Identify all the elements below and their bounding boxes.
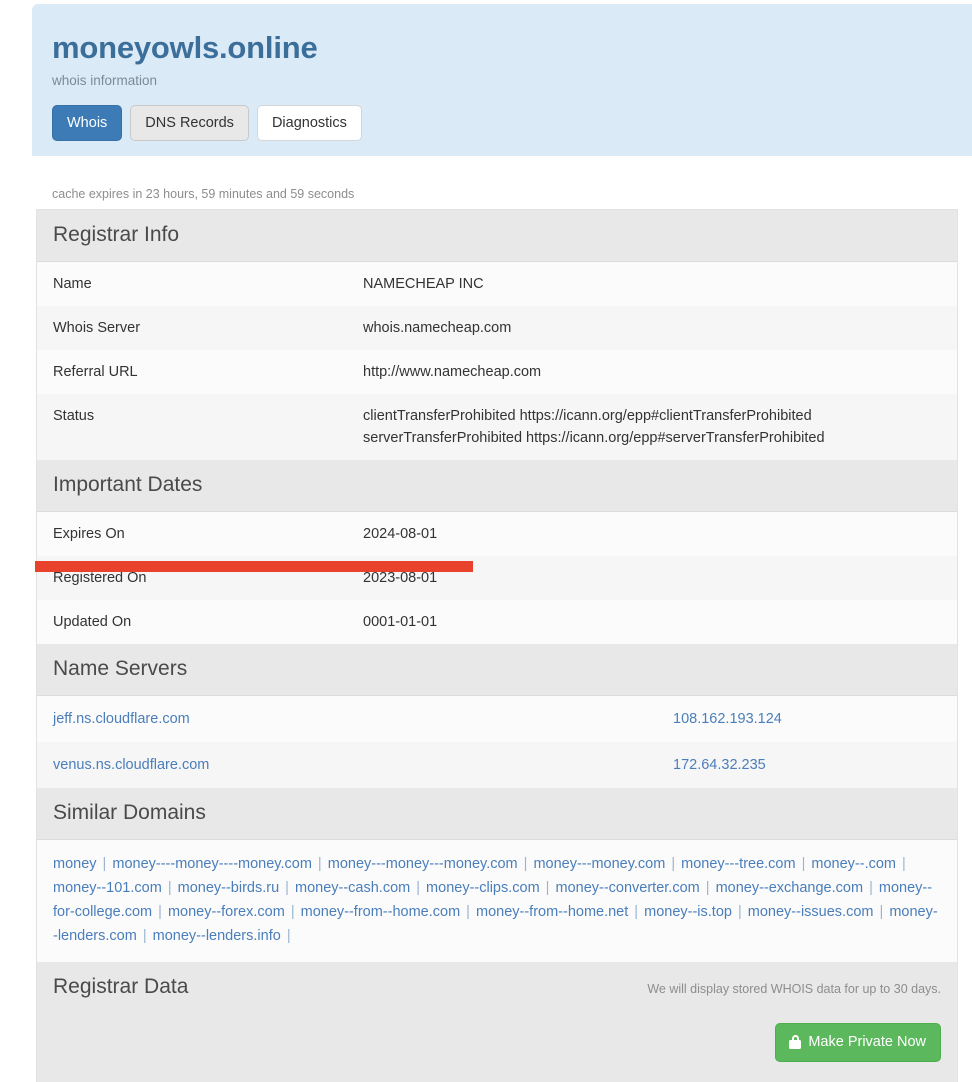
table-row: Expires On 2024-08-01 <box>37 512 957 556</box>
similar-domain-separator: | <box>667 856 680 872</box>
similar-domain-link[interactable]: money--is.top <box>644 904 732 920</box>
similar-domain-link[interactable]: money--issues.com <box>748 904 874 920</box>
similar-domain-separator: | <box>282 928 291 944</box>
similar-domain-separator: | <box>138 928 151 944</box>
row-value: whois.namecheap.com <box>363 320 512 336</box>
similar-domain-separator: | <box>701 880 714 896</box>
table-row: Whois Server whois.namecheap.com <box>37 306 957 350</box>
registrar-data-title: Registrar Data <box>53 975 189 998</box>
nameserver-host-cell: venus.ns.cloudflare.com <box>53 755 673 775</box>
row-label: Expires On <box>53 526 125 542</box>
page-title: moneyowls.online <box>52 30 318 65</box>
similar-domain-link[interactable]: money--forex.com <box>168 904 285 920</box>
name-servers-rows: jeff.ns.cloudflare.com 108.162.193.124 v… <box>37 696 957 788</box>
registrar-data-body: Make Private Now <box>37 1013 957 1082</box>
similar-domain-separator: | <box>98 856 111 872</box>
similar-domains-list: money | money----money----money.com | mo… <box>37 840 957 962</box>
similar-domain-link[interactable]: money--.com <box>811 856 896 872</box>
similar-domain-separator: | <box>541 880 554 896</box>
similar-domain-separator: | <box>281 880 293 896</box>
similar-domain-link[interactable]: money---tree.com <box>681 856 795 872</box>
similar-domain-link[interactable]: money--from--home.net <box>476 904 628 920</box>
table-row: venus.ns.cloudflare.com 172.64.32.235 <box>37 742 957 788</box>
similar-domain-separator: | <box>412 880 425 896</box>
table-row: Updated On 0001-01-01 <box>37 600 957 644</box>
similar-domain-separator: | <box>154 904 166 920</box>
similar-domain-separator: | <box>733 904 746 920</box>
row-value: 2024-08-01 <box>363 526 438 542</box>
similar-domain-separator: | <box>462 904 474 920</box>
page-subtitle: whois information <box>52 73 158 88</box>
page-header: moneyowls.online whois information Whois… <box>32 4 972 156</box>
table-row: Status clientTransferProhibited https://… <box>37 394 957 460</box>
similar-domain-separator: | <box>875 904 888 920</box>
similar-domain-link[interactable]: money---money.com <box>533 856 665 872</box>
section-header-important-dates: Important Dates <box>37 460 957 512</box>
similar-domain-link[interactable]: money---money---money.com <box>328 856 518 872</box>
similar-domain-link[interactable]: money--clips.com <box>426 880 540 896</box>
row-label: Status <box>53 408 95 424</box>
row-value: 0001-01-01 <box>363 614 438 630</box>
whois-results-panel: Registrar Info Name NAMECHEAP INC Whois … <box>36 209 958 1082</box>
section-header-name-servers: Name Servers <box>37 644 957 696</box>
tab-diagnostics[interactable]: Diagnostics <box>256 105 362 141</box>
row-value: clientTransferProhibited https://icann.o… <box>363 405 957 449</box>
nameserver-ip-cell: 172.64.32.235 <box>673 755 766 775</box>
registrar-data-note: We will display stored WHOIS data for up… <box>647 982 941 996</box>
nameserver-ip-link[interactable]: 172.64.32.235 <box>673 757 766 773</box>
status-line-1: clientTransferProhibited https://icann.o… <box>363 408 812 424</box>
important-dates-rows: Expires On 2024-08-01 Registered On 2023… <box>37 512 957 644</box>
make-private-button-label: Make Private Now <box>808 1034 926 1050</box>
row-label: Whois Server <box>53 320 141 336</box>
nameserver-host-link[interactable]: jeff.ns.cloudflare.com <box>53 711 190 727</box>
nameserver-host-cell: jeff.ns.cloudflare.com <box>53 709 673 729</box>
section-header-similar-domains: Similar Domains <box>37 788 957 840</box>
tab-dns-records[interactable]: DNS Records <box>130 105 249 141</box>
similar-domain-separator: | <box>163 880 176 896</box>
registrar-info-rows: Name NAMECHEAP INC Whois Server whois.na… <box>37 262 957 460</box>
nameserver-ip-link[interactable]: 108.162.193.124 <box>673 711 782 727</box>
similar-domain-link[interactable]: money--birds.ru <box>178 880 280 896</box>
similar-domain-separator: | <box>519 856 532 872</box>
similar-domain-link[interactable]: money <box>53 856 97 872</box>
similar-domain-link[interactable]: money----money----money.com <box>112 856 312 872</box>
similar-domain-link[interactable]: money--101.com <box>53 880 162 896</box>
cache-expiry-note: cache expires in 23 hours, 59 minutes an… <box>52 187 355 201</box>
nameserver-host-link[interactable]: venus.ns.cloudflare.com <box>53 757 209 773</box>
similar-domain-separator: | <box>630 904 643 920</box>
similar-domain-separator: | <box>797 856 810 872</box>
red-highlight-annotation <box>35 561 473 572</box>
similar-domain-separator: | <box>898 856 906 872</box>
status-line-2: serverTransferProhibited https://icann.o… <box>363 430 825 446</box>
section-header-registrar-info: Registrar Info <box>37 210 957 262</box>
make-private-button[interactable]: Make Private Now <box>775 1023 941 1062</box>
tab-whois[interactable]: Whois <box>52 105 123 141</box>
table-row: Name NAMECHEAP INC <box>37 262 957 306</box>
table-row: jeff.ns.cloudflare.com 108.162.193.124 <box>37 696 957 742</box>
lock-icon <box>789 1035 802 1049</box>
section-header-registrar-data: Registrar Data We will display stored WH… <box>37 962 957 1013</box>
row-label: Name <box>53 276 92 292</box>
similar-domain-link[interactable]: money--converter.com <box>555 880 699 896</box>
similar-domain-link[interactable]: money--from--home.com <box>301 904 461 920</box>
table-row: Referral URL http://www.namecheap.com <box>37 350 957 394</box>
similar-domain-link[interactable]: money--exchange.com <box>716 880 864 896</box>
row-label: Updated On <box>53 614 132 630</box>
similar-domain-separator: | <box>313 856 326 872</box>
similar-domain-separator: | <box>865 880 877 896</box>
similar-domain-link[interactable]: money--lenders.info <box>153 928 281 944</box>
row-label: Referral URL <box>53 364 138 380</box>
similar-domain-link[interactable]: money--cash.com <box>295 880 410 896</box>
whois-page: moneyowls.online whois information Whois… <box>0 0 972 1082</box>
nameserver-ip-cell: 108.162.193.124 <box>673 709 782 729</box>
row-value: NAMECHEAP INC <box>363 276 484 292</box>
tab-bar: Whois DNS Records Diagnostics <box>52 105 972 141</box>
similar-domain-separator: | <box>286 904 299 920</box>
row-value: http://www.namecheap.com <box>363 364 542 380</box>
